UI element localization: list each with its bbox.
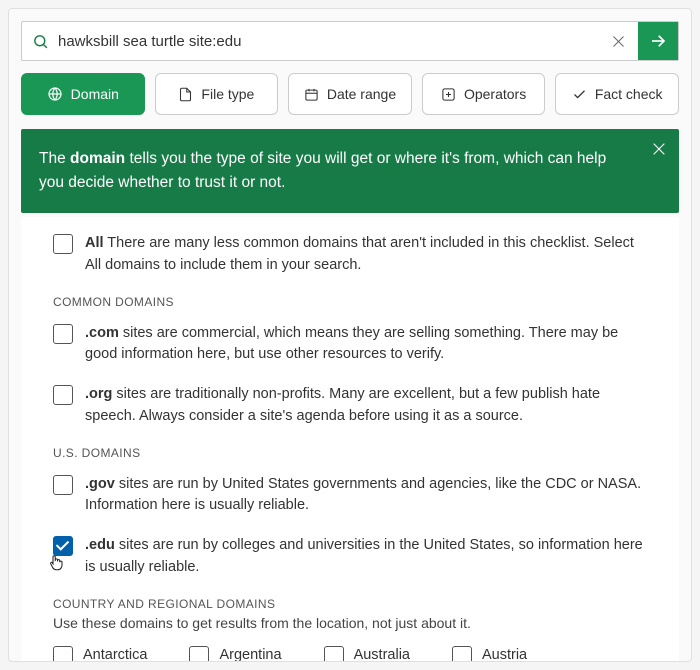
checkbox-org[interactable] <box>53 385 73 405</box>
filter-row: Domain File type Date range Operators Fa… <box>21 73 679 115</box>
option-australia: Australia <box>324 645 410 661</box>
section-country-sub: Use these domains to get results from th… <box>53 615 647 631</box>
section-us-header: U.S. DOMAINS <box>53 446 647 460</box>
filter-label: File type <box>201 86 254 102</box>
checkbox-australia[interactable] <box>324 646 344 661</box>
checkbox-edu[interactable] <box>53 536 73 556</box>
info-banner: The domain tells you the type of site yo… <box>21 129 679 213</box>
option-label: .edu sites are run by colleges and unive… <box>85 535 647 579</box>
filter-daterange-button[interactable]: Date range <box>288 73 412 115</box>
option-com: .com sites are commercial, which means t… <box>53 323 647 367</box>
option-antarctica: Antarctica <box>53 645 147 661</box>
filter-label: Domain <box>71 86 119 102</box>
filter-label: Fact check <box>595 86 663 102</box>
file-icon <box>178 87 193 102</box>
checkbox-austria[interactable] <box>452 646 472 661</box>
cursor-pointer-icon <box>47 553 65 573</box>
checkbox-antarctica[interactable] <box>53 646 73 661</box>
section-country-header: COUNTRY AND REGIONAL DOMAINS <box>53 597 647 611</box>
checkbox-all[interactable] <box>53 234 73 254</box>
filter-domain-button[interactable]: Domain <box>21 73 145 115</box>
option-label: .gov sites are run by United States gove… <box>85 474 647 518</box>
option-argentina: Argentina <box>189 645 281 661</box>
domain-options-panel: All There are many less common domains t… <box>21 217 679 661</box>
option-label: .com sites are commercial, which means t… <box>85 323 647 367</box>
filter-operators-button[interactable]: Operators <box>422 73 546 115</box>
filter-factcheck-button[interactable]: Fact check <box>555 73 679 115</box>
country-label: Antarctica <box>83 647 147 661</box>
plus-icon <box>441 87 456 102</box>
calendar-icon <box>304 87 319 102</box>
option-label: .org sites are traditionally non-profits… <box>85 384 647 428</box>
submit-button[interactable] <box>638 22 678 60</box>
clear-button[interactable] <box>598 22 638 60</box>
option-austria: Austria <box>452 645 527 661</box>
section-common-header: COMMON DOMAINS <box>53 295 647 309</box>
filter-filetype-button[interactable]: File type <box>155 73 279 115</box>
banner-text: The domain tells you the type of site yo… <box>39 150 606 191</box>
checkbox-gov[interactable] <box>53 475 73 495</box>
search-icon <box>22 33 58 50</box>
option-org: .org sites are traditionally non-profits… <box>53 384 647 428</box>
checkbox-argentina[interactable] <box>189 646 209 661</box>
option-all: All There are many less common domains t… <box>53 233 647 277</box>
search-input[interactable] <box>58 33 598 50</box>
filter-label: Date range <box>327 86 396 102</box>
country-label: Austria <box>482 647 527 661</box>
checkbox-com[interactable] <box>53 324 73 344</box>
filter-label: Operators <box>464 86 526 102</box>
search-bar <box>21 21 679 61</box>
option-gov: .gov sites are run by United States gove… <box>53 474 647 518</box>
option-label: All There are many less common domains t… <box>85 233 647 277</box>
country-label: Argentina <box>219 647 281 661</box>
globe-icon <box>47 86 63 102</box>
check-icon <box>572 87 587 102</box>
option-edu: .edu sites are run by colleges and unive… <box>53 535 647 579</box>
country-row: Antarctica Argentina Australia Austria <box>53 645 647 661</box>
country-label: Australia <box>354 647 410 661</box>
close-icon[interactable] <box>651 141 667 157</box>
